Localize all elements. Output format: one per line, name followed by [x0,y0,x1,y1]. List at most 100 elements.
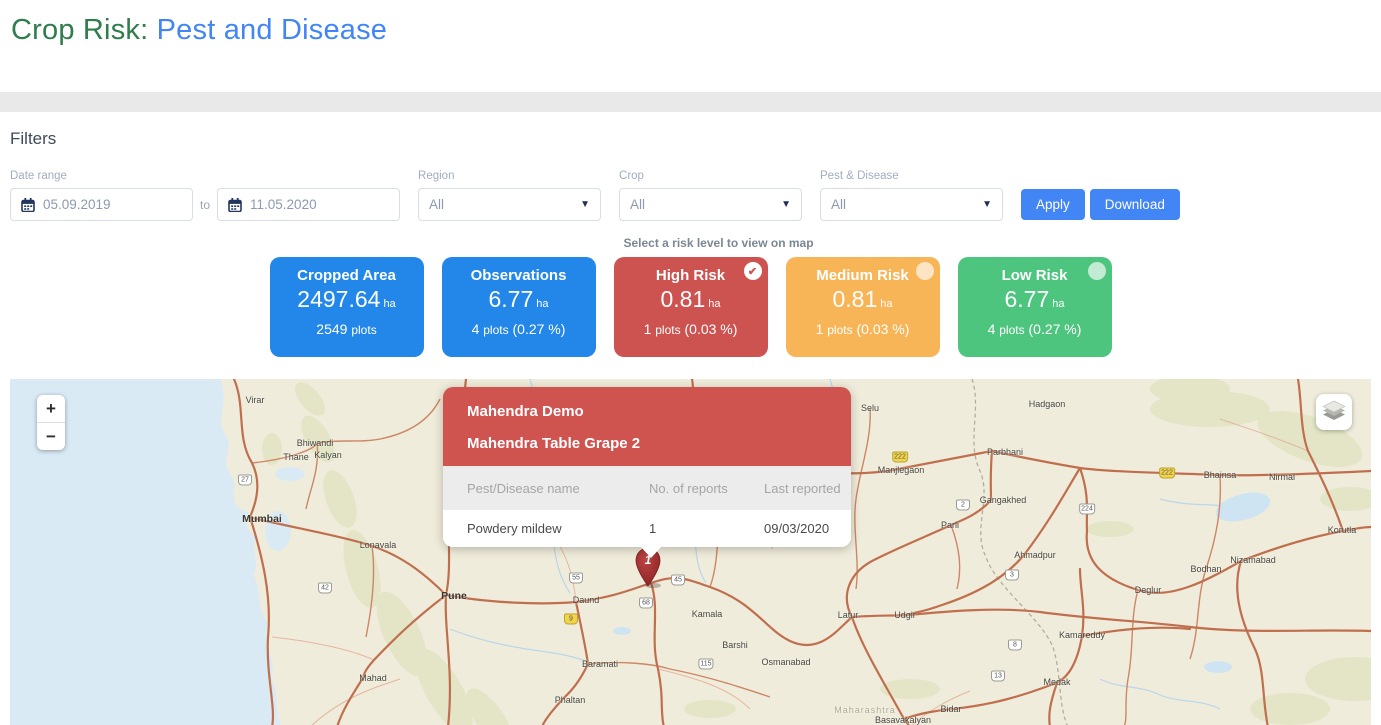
date-from-input[interactable]: 05.09.2019 [10,188,193,221]
page-title-prefix: Crop Risk: [11,14,157,46]
page-title: Crop Risk: Pest and Disease [11,14,1381,47]
pest-disease-label: Pest & Disease [820,170,899,182]
download-button[interactable]: Download [1089,189,1180,220]
map-place-label: Baramati [581,659,619,669]
map-place-label: Manjlegaon [877,465,925,475]
date-range-label: Date range [10,170,67,182]
map-place-label: Latur [837,610,859,620]
map-place-label: Bidar [940,704,962,714]
map-place-label: Thane [283,452,309,462]
map-place-label: Virar [245,395,265,405]
map-place-label: Gangakhed [979,495,1027,505]
map-place-label: Bodhan [1190,564,1222,574]
map-place-label: Mumbai [242,513,282,525]
road-shield-icon: 3 [1005,569,1019,581]
pest-disease-filter-group: Pest & Disease All ▼ [820,170,1004,221]
region-select[interactable]: All ▼ [418,188,602,221]
card-value: 6.77 ha [1004,286,1065,312]
risk-card-medium-risk[interactable]: Medium Risk 0.81 ha 1 plots (0.03 %) [785,257,940,357]
date-to-input[interactable]: 11.05.2020 [217,188,401,221]
map-place-label: Basavakalyan [874,715,932,725]
map-place-label: Barshi [722,640,748,650]
risk-card-low-risk[interactable]: Low Risk 6.77 ha 4 plots (0.27 %) [957,257,1112,357]
map-place-label: Lonavala [359,540,397,550]
risk-card-cropped-area: Cropped Area 2497.64 ha 2549 plots [269,257,424,357]
map-place-label: Nizamabad [1230,555,1276,565]
road-shield-icon: 45 [671,574,685,586]
map-place-label: Parbhani [986,447,1024,457]
map-popup: Mahendra Demo Mahendra Table Grape 2 Pes… [443,387,851,558]
map-place-label: Bhainsa [1203,470,1237,480]
map-place-label: Parli [940,520,960,530]
map-place-label: Kamareddy [1058,630,1106,640]
map-place-label: Nirmal [1269,472,1295,482]
zoom-in-button[interactable]: + [37,395,65,422]
popup-cell: Powdery mildew [467,521,562,536]
map-place-label: Kamala [691,609,723,619]
road-shield-icon: 222 [892,451,908,463]
popup-table-header: Pest/Disease name No. of reports Last re… [443,466,851,510]
risk-card-high-risk[interactable]: ✔ High Risk 0.81 ha 1 plots (0.03 %) [613,257,768,357]
map-place-label: Kalyan [314,450,342,460]
chevron-down-icon: ▼ [982,199,993,210]
region-select-value: All [429,197,445,212]
road-shield-icon: 2 [956,499,970,511]
region-label: Region [418,170,455,182]
map-place-label: Pune [441,590,467,602]
chevron-down-icon: ▼ [781,199,792,210]
map-place-label: Bhiwandi [296,438,334,448]
date-to-value: 11.05.2020 [250,197,317,212]
road-shield-icon: 27 [238,474,252,486]
card-value: 2497.64 ha [297,286,396,312]
popup-farm-name: Mahendra Demo [467,403,584,420]
map-place-label: Medak [1043,677,1071,687]
popup-cell: 09/03/2020 [764,521,830,536]
road-shield-icon: 222 [1159,467,1175,479]
card-plots: 1 plots (0.03 %) [643,321,738,337]
card-select-circle-icon[interactable] [1087,262,1106,280]
crop-select[interactable]: All ▼ [619,188,803,221]
card-value: 6.77 ha [488,286,549,312]
road-shield-icon: 13 [991,670,1005,682]
map-place-label: Maharashtra [834,705,896,715]
card-selected-check-icon[interactable]: ✔ [743,262,762,280]
risk-level-hint: Select a risk level to view on map [623,236,814,250]
popup-col-last: Last reported [764,480,841,496]
road-shield-icon: 42 [318,582,332,594]
map-canvas[interactable]: Virar Bhiwandi Thane Kalyan Mumbai Lonavala Pu… [10,379,1371,725]
popup-col-pest: Pest/Disease name [467,480,580,496]
date-range-group: Date range 05.09.2019 to 11.05.2020 [10,170,401,221]
calendar-icon [21,197,35,212]
pest-disease-select[interactable]: All ▼ [820,188,1004,221]
crop-filter-group: Crop All ▼ [619,170,803,221]
layers-button[interactable] [1316,394,1352,430]
map-zoom-control: + − [37,395,65,450]
road-shield-icon: 68 [639,597,653,609]
popup-cell: 1 [649,521,657,536]
card-title: Cropped Area [297,267,396,284]
risk-cards-row: Cropped Area 2497.64 ha 2549 plots Observat… [0,257,1381,357]
card-select-circle-icon[interactable] [915,262,934,280]
map-place-label: Phaltan [554,695,586,705]
popup-table-body: Powdery mildew 1 09/03/2020 [443,510,851,547]
risk-card-observations: Observations 6.77 ha 4 plots (0.27 %) [441,257,596,357]
card-plots: 2549 plots [316,321,377,337]
region-filter-group: Region All ▼ [418,170,602,221]
crop-select-value: All [630,197,646,212]
road-shield-icon: 9 [564,613,578,625]
map-place-label: Deglur [1134,585,1162,595]
popup-tail [640,546,662,558]
popup-header: Mahendra Demo Mahendra Table Grape 2 [443,387,851,466]
page-title-suffix: Pest and Disease [156,14,388,46]
card-title: Observations [470,267,567,284]
calendar-icon [228,197,242,212]
pest-disease-select-value: All [831,197,847,212]
road-shield-icon: 55 [569,572,583,584]
header-divider-strip [0,92,1381,112]
zoom-out-button[interactable]: − [37,423,65,450]
map-place-label: Selu [860,403,880,413]
map-place-label: Udgir [894,610,916,620]
card-plots: 4 plots (0.27 %) [471,321,566,337]
date-from-value: 05.09.2019 [43,197,111,212]
apply-button[interactable]: Apply [1021,189,1085,220]
